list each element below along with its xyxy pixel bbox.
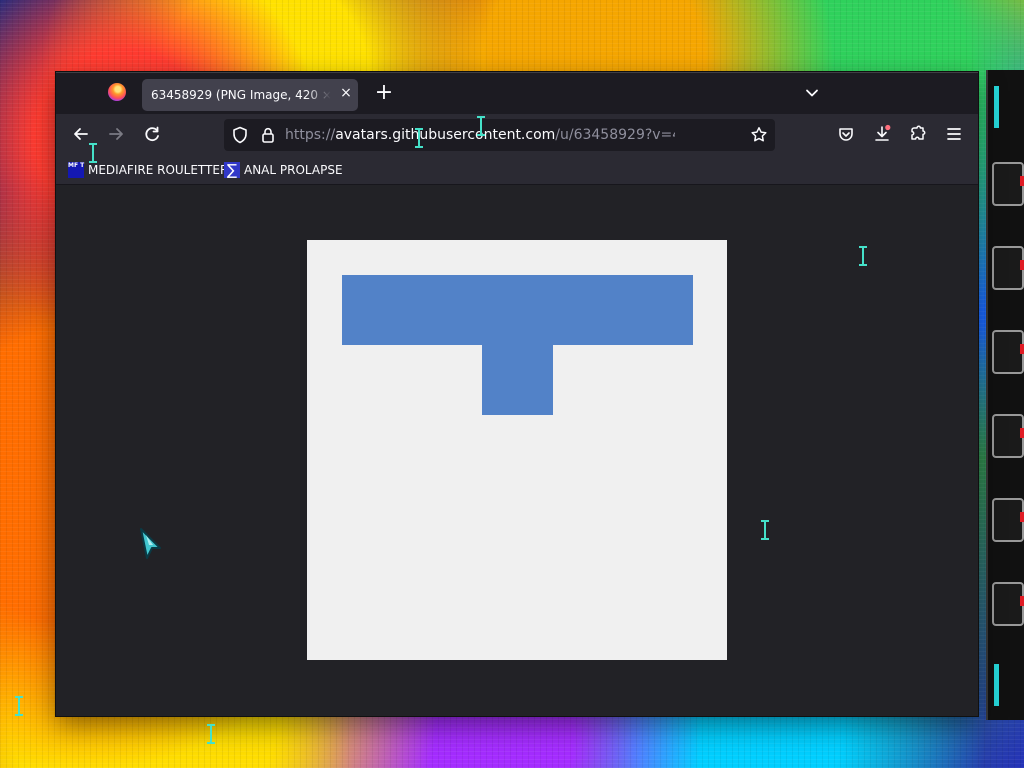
decor-segment	[992, 246, 1024, 290]
active-tab[interactable]: 63458929 (PNG Image, 420 × 420 pi ×	[142, 79, 358, 111]
tab-strip: 63458929 (PNG Image, 420 × 420 pi × +	[56, 72, 978, 115]
bookmark-mediafire-rouletter[interactable]: MF T MEDIAFIRE ROULETTER	[68, 161, 228, 179]
decor-segment	[992, 330, 1024, 374]
back-arrow-icon[interactable]	[71, 124, 91, 144]
hamburger-menu-icon[interactable]	[944, 124, 964, 144]
download-icon[interactable]	[872, 124, 892, 144]
reload-icon[interactable]	[142, 124, 162, 144]
chevron-down-icon[interactable]	[804, 85, 820, 101]
navigation-toolbar: https://avatars.githubusercontent.com/u/…	[56, 114, 978, 156]
shield-icon[interactable]	[230, 125, 250, 145]
download-notification-dot	[885, 124, 891, 131]
cyan-decoration	[994, 664, 999, 706]
sigma-bookmark-icon: ∑	[224, 162, 240, 178]
logo-crossbar	[342, 275, 693, 345]
decor-segment	[992, 162, 1024, 206]
bookmark-label: ANAL PROLAPSE	[244, 163, 343, 177]
bookmark-anal-prolapse[interactable]: ∑ ANAL PROLAPSE	[224, 161, 344, 179]
url-host: avatars.githubusercontent.com	[335, 127, 556, 143]
logo-stem	[482, 345, 553, 415]
url-scheme: https://	[285, 127, 336, 143]
lock-icon[interactable]	[258, 125, 278, 145]
image-viewer-content	[56, 185, 978, 716]
bookmarks-toolbar: MF T MEDIAFIRE ROULETTER ∑ ANAL PROLAPSE	[56, 156, 978, 185]
new-tab-button[interactable]: +	[374, 82, 394, 104]
desktop-side-decoration	[986, 70, 1024, 720]
text-cursor-icon	[859, 246, 867, 266]
text-cursor-icon	[477, 116, 485, 136]
close-icon[interactable]: ×	[339, 86, 353, 100]
mediafire-bookmark-icon: MF T	[68, 162, 84, 178]
text-cursor-icon	[89, 143, 97, 163]
cyan-decoration	[994, 86, 999, 128]
star-icon[interactable]	[749, 125, 769, 145]
browser-window: 63458929 (PNG Image, 420 × 420 pi × +	[56, 72, 978, 716]
decor-segment	[992, 498, 1024, 542]
url-path: /u/63458929?v=4	[555, 127, 675, 143]
text-cursor-icon	[761, 520, 769, 540]
text-cursor-icon	[415, 128, 423, 148]
pocket-icon[interactable]	[836, 124, 856, 144]
firefox-icon	[108, 83, 126, 101]
decor-segment	[992, 582, 1024, 626]
text-cursor-icon	[15, 696, 23, 716]
png-image[interactable]	[307, 240, 727, 660]
forward-arrow-icon[interactable]	[106, 124, 126, 144]
arrow-cursor-icon	[140, 528, 161, 559]
puzzle-icon[interactable]	[908, 124, 928, 144]
text-cursor-icon	[207, 724, 215, 744]
address-bar[interactable]: https://avatars.githubusercontent.com/u/…	[224, 119, 775, 151]
tab-title: 63458929 (PNG Image, 420 × 420 pi	[151, 88, 331, 102]
decor-segment	[992, 414, 1024, 458]
bookmark-label: MEDIAFIRE ROULETTER	[88, 163, 229, 177]
